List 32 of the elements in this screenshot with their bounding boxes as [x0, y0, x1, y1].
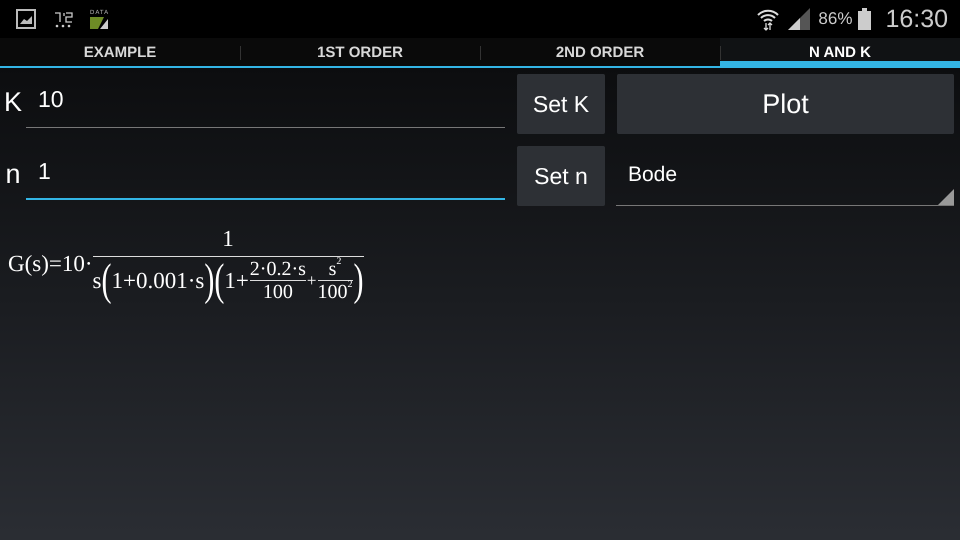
- formula-prefix: G(s)=10·: [8, 251, 93, 277]
- numerator: 2·0.2·s: [250, 259, 306, 279]
- parenthesis: (: [214, 258, 224, 303]
- dropdown-corner-icon: [938, 189, 954, 205]
- parameter-label: K: [2, 86, 23, 118]
- tab[interactable]: 1ST ORDER: [240, 38, 480, 68]
- parenthesis: (: [101, 258, 112, 303]
- parameter-label: n: [4, 158, 22, 190]
- parenthesis: ): [354, 258, 364, 303]
- tab[interactable]: EXAMPLE: [0, 38, 240, 68]
- formula-term: s: [92, 268, 102, 294]
- numerator: s$^{2}$: [328, 259, 342, 279]
- parenthesis: ): [204, 258, 214, 303]
- denominator: 100$^{2}$: [318, 282, 352, 302]
- plot-button[interactable]: Plot: [617, 74, 954, 134]
- input-field[interactable]: 1: [26, 146, 505, 200]
- formula-operator: +: [306, 270, 316, 290]
- formula-term: 1+0.001·s: [111, 268, 204, 294]
- set-button[interactable]: Set n: [517, 146, 605, 206]
- signal-icon: [786, 7, 812, 31]
- numerator: 1: [222, 226, 234, 253]
- tab[interactable]: N AND K: [720, 38, 960, 68]
- clock-time: 16:30: [885, 4, 948, 34]
- formula-term: 1+: [224, 268, 249, 294]
- gallery-icon: [16, 9, 36, 29]
- set-button[interactable]: Set K: [517, 74, 605, 134]
- wifi-icon: [756, 7, 780, 31]
- denominator: 100: [262, 282, 293, 302]
- plot-type-dropdown[interactable]: Bode: [616, 146, 954, 206]
- battery-icon: [858, 8, 872, 30]
- battery-percent: 86%: [818, 9, 852, 29]
- input-field[interactable]: 10: [26, 74, 505, 128]
